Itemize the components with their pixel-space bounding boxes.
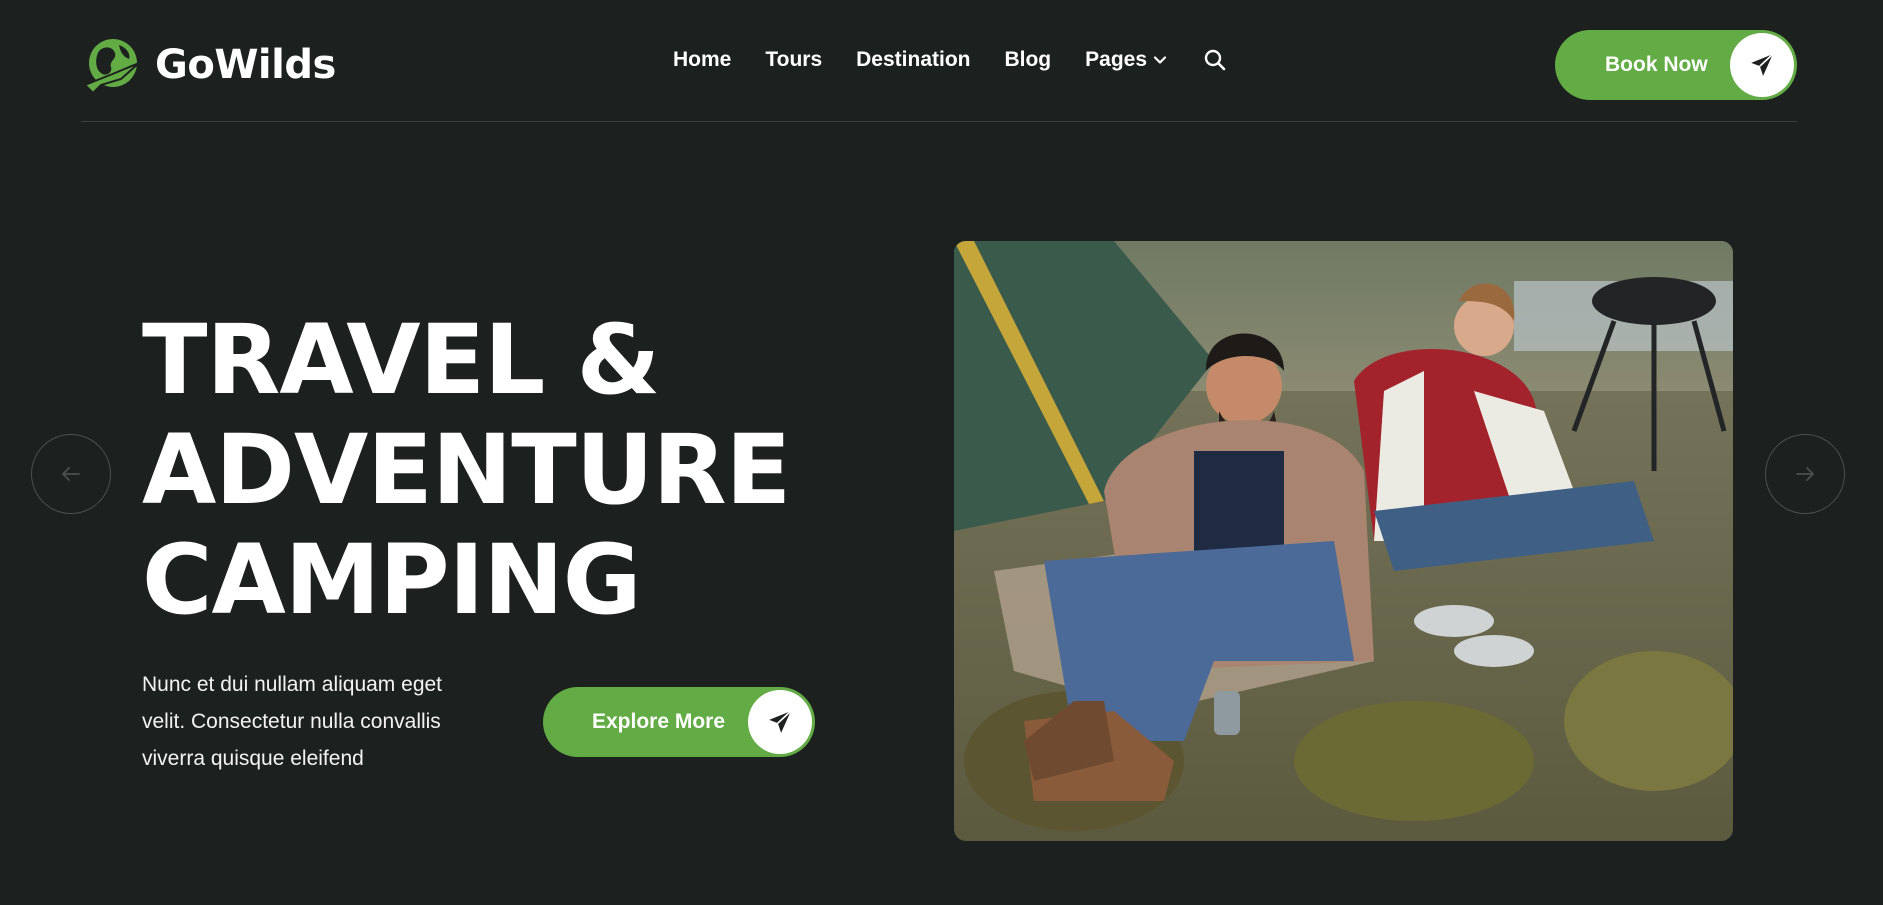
slider-next-button[interactable] — [1765, 434, 1845, 514]
hero-description: Nunc et dui nullam aliquam eget velit. C… — [142, 673, 443, 770]
explore-more-button[interactable]: Explore More — [543, 687, 815, 757]
hero-image — [954, 241, 1733, 841]
hero-title: TRAVEL & ADVENTURE CAMPING — [142, 304, 791, 636]
search-icon[interactable] — [1203, 48, 1227, 72]
site-header: GoWilds Home Tours Destination Blog Page… — [81, 0, 1797, 122]
book-now-icon-circle — [1730, 33, 1794, 97]
logo[interactable]: GoWilds — [81, 33, 336, 97]
nav-item-destination[interactable]: Destination — [856, 48, 970, 72]
book-now-button[interactable]: Book Now — [1555, 30, 1797, 100]
nav-item-label: Blog — [1004, 48, 1052, 71]
arrow-right-icon — [1796, 467, 1814, 481]
hero-title-line: ADVENTURE — [142, 414, 791, 526]
paper-plane-icon — [769, 710, 792, 733]
main-nav: Home Tours Destination Blog Pages — [673, 48, 1227, 72]
book-now-label: Book Now — [1605, 53, 1708, 76]
globe-logo-icon — [83, 39, 140, 95]
nav-item-tours[interactable]: Tours — [765, 48, 822, 72]
arrow-left-icon — [62, 467, 80, 481]
slider-prev-button[interactable] — [31, 434, 111, 514]
chevron-down-icon — [1153, 56, 1167, 64]
hero-title-line: TRAVEL & — [142, 304, 660, 416]
nav-item-label: Tours — [765, 48, 823, 71]
explore-more-icon-circle — [748, 690, 812, 754]
explore-more-label: Explore More — [592, 710, 726, 733]
nav-item-label: Pages — [1085, 48, 1148, 71]
nav-item-pages[interactable]: Pages — [1085, 48, 1167, 72]
nav-item-blog[interactable]: Blog — [1004, 48, 1051, 72]
paper-plane-icon — [1751, 53, 1774, 76]
nav-item-label: Destination — [856, 48, 971, 71]
brand-name: GoWilds — [155, 42, 336, 88]
nav-item-home[interactable]: Home — [673, 48, 731, 72]
camping-photo — [954, 241, 1733, 841]
hero-title-line: CAMPING — [142, 524, 642, 636]
nav-item-label: Home — [673, 48, 732, 71]
